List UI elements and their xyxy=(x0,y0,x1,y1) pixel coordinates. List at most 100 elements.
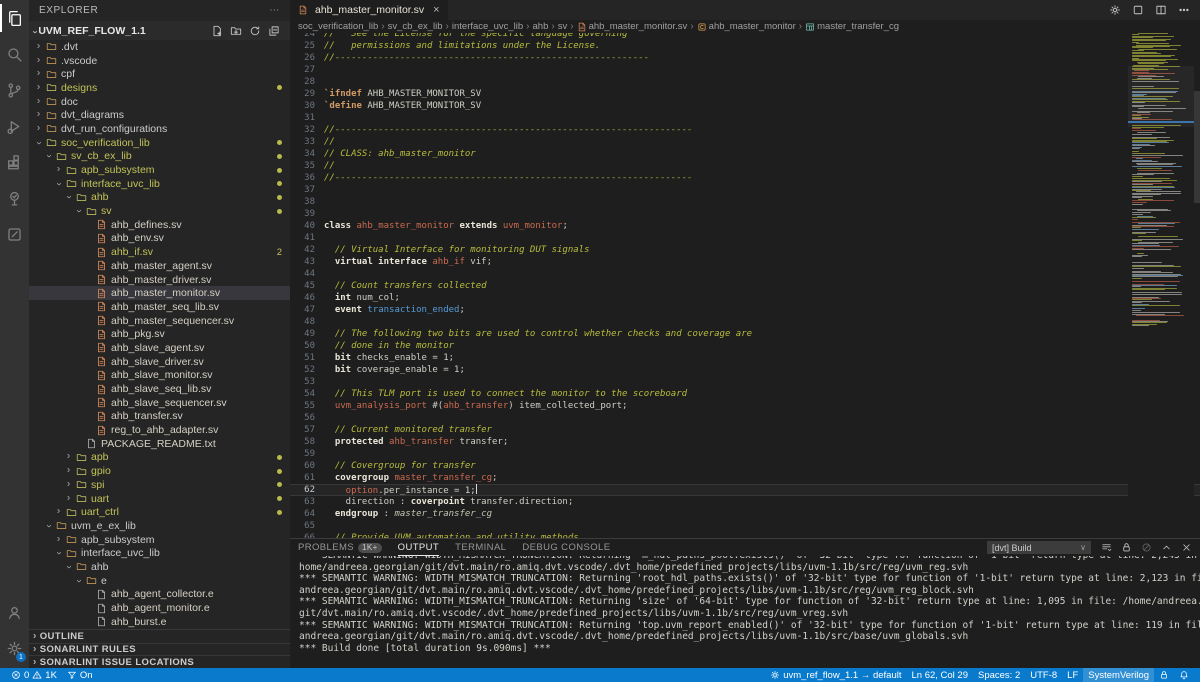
activity-item-extensions[interactable] xyxy=(0,144,29,180)
tree-item-ahb_env.sv[interactable]: ahb_env.sv xyxy=(29,232,290,246)
panel-tab-problems[interactable]: PROBLEMS1K+ xyxy=(298,539,382,556)
activity-item-explorer[interactable] xyxy=(0,0,29,36)
editor-scrollbar[interactable] xyxy=(1194,33,1200,538)
sidebar-more-actions[interactable]: ⋯ xyxy=(269,5,280,16)
tree-item-ahb_master_monitor.sv[interactable]: ahb_master_monitor.sv xyxy=(29,286,290,300)
output-console[interactable]: *** SEMANTIC WARNING: WIDTH_MISMATCH_TRU… xyxy=(290,556,1200,668)
tree-item-dvt_diagrams[interactable]: ›dvt_diagrams xyxy=(29,108,290,122)
gear-icon[interactable] xyxy=(1109,4,1121,16)
code-line-40[interactable]: 40class ahb_master_monitor extends uvm_m… xyxy=(290,220,1200,232)
tree-item-PACKAGE_README.txt[interactable]: PACKAGE_README.txt xyxy=(29,437,290,451)
tree-item-designs[interactable]: ›designs xyxy=(29,81,290,95)
status-encoding[interactable]: UTF-8 xyxy=(1025,668,1062,682)
tree-item-e[interactable]: ›e xyxy=(29,574,290,588)
new-file-icon[interactable] xyxy=(211,25,223,37)
tree-item-ahb_slave_monitor.sv[interactable]: ahb_slave_monitor.sv xyxy=(29,369,290,383)
breadcrumb-item-ahb[interactable]: ahb xyxy=(533,21,549,32)
code-line-25[interactable]: 25// permissions and limitations under t… xyxy=(290,40,1200,52)
code-line-43[interactable]: 43 virtual interface ahb_if vif; xyxy=(290,256,1200,268)
tree-item-spi[interactable]: ›spi xyxy=(29,478,290,492)
tree-item-soc_verification_lib[interactable]: ›soc_verification_lib xyxy=(29,136,290,150)
code-line-50[interactable]: 50 // done in the monitor xyxy=(290,340,1200,352)
breadcrumb-item-master_transfer_cg[interactable]: master_transfer_cg xyxy=(805,21,899,32)
code-line-29[interactable]: 29`ifndef AHB_MASTER_MONITOR_SV xyxy=(290,88,1200,100)
tree-item-ahb_if.sv[interactable]: ahb_if.sv2 xyxy=(29,245,290,259)
code-line-53[interactable]: 53 xyxy=(290,376,1200,388)
code-line-54[interactable]: 54 // This TLM port is used to connect t… xyxy=(290,388,1200,400)
tree-item-ahb_master_driver.sv[interactable]: ahb_master_driver.sv xyxy=(29,273,290,287)
code-line-24[interactable]: 24// See the License for the specific la… xyxy=(290,33,1200,40)
breadcrumb-item-sv[interactable]: sv xyxy=(558,21,568,32)
breadcrumb-item-interface_uvc_lib[interactable]: interface_uvc_lib xyxy=(452,21,523,32)
code-line-31[interactable]: 31 xyxy=(290,112,1200,124)
code-line-57[interactable]: 57 // Current monitored transfer xyxy=(290,424,1200,436)
code-line-39[interactable]: 39 xyxy=(290,208,1200,220)
tree-item-apb[interactable]: ›apb xyxy=(29,451,290,465)
status-cursor-position[interactable]: Ln 62, Col 29 xyxy=(906,668,973,682)
code-line-45[interactable]: 45 // Count transfers collected xyxy=(290,280,1200,292)
status-language-mode[interactable]: SystemVerilog xyxy=(1083,668,1154,682)
breadcrumb-item-ahb_master_monitor.sv[interactable]: ahb_master_monitor.sv xyxy=(577,21,688,32)
panel-tab-debug-console[interactable]: DEBUG CONSOLE xyxy=(522,539,610,556)
split-editor-icon[interactable] xyxy=(1155,4,1167,16)
lock-icon[interactable] xyxy=(1121,542,1132,553)
tree-item-dvt_run_configurations[interactable]: ›dvt_run_configurations xyxy=(29,122,290,136)
tree-item-ahb_master_sequencer.sv[interactable]: ahb_master_sequencer.sv xyxy=(29,314,290,328)
panel-tab-terminal[interactable]: TERMINAL xyxy=(455,539,506,556)
breadcrumb-item-ahb_master_monitor[interactable]: ahb_master_monitor xyxy=(697,21,796,32)
code-line-66[interactable]: 66 // Provide UVM automation and utility… xyxy=(290,532,1200,538)
status-eol[interactable]: LF xyxy=(1062,668,1083,682)
tree-item-.dvt[interactable]: ›.dvt xyxy=(29,40,290,54)
code-line-33[interactable]: 33// xyxy=(290,136,1200,148)
tree-item-doc[interactable]: ›doc xyxy=(29,95,290,109)
activity-item-search[interactable] xyxy=(0,36,29,72)
code-line-56[interactable]: 56 xyxy=(290,412,1200,424)
code-line-61[interactable]: 61 covergroup master_transfer_cg; xyxy=(290,472,1200,484)
tree-item-reg_to_ahb_adapter.sv[interactable]: reg_to_ahb_adapter.sv xyxy=(29,423,290,437)
status-problems-status[interactable]: 01K xyxy=(6,668,62,682)
box-icon[interactable] xyxy=(1132,4,1144,16)
status-indentation[interactable]: Spaces: 2 xyxy=(973,668,1025,682)
tree-item-ahb_slave_agent.sv[interactable]: ahb_slave_agent.sv xyxy=(29,341,290,355)
tree-item-uart_ctrl[interactable]: ›uart_ctrl xyxy=(29,505,290,519)
code-line-27[interactable]: 27 xyxy=(290,64,1200,76)
code-line-62[interactable]: 62 option.per_instance = 1; xyxy=(290,484,1200,496)
refresh-icon[interactable] xyxy=(249,25,261,37)
code-line-30[interactable]: 30`define AHB_MASTER_MONITOR_SV xyxy=(290,100,1200,112)
code-line-49[interactable]: 49 // The following two bits are used to… xyxy=(290,328,1200,340)
tree-item-cpf[interactable]: ›cpf xyxy=(29,67,290,81)
status-dvt-build-config[interactable]: uvm_ref_flow_1.1 → default xyxy=(765,668,906,682)
tree-item-ahb_master_seq_lib.sv[interactable]: ahb_master_seq_lib.sv xyxy=(29,300,290,314)
close-panel-icon[interactable] xyxy=(1181,542,1192,553)
code-line-36[interactable]: 36//------------------------------------… xyxy=(290,172,1200,184)
code-line-51[interactable]: 51 bit checks_enable = 1; xyxy=(290,352,1200,364)
code-line-35[interactable]: 35// xyxy=(290,160,1200,172)
tree-item-uvm_e_ex_lib[interactable]: ›uvm_e_ex_lib xyxy=(29,519,290,533)
activity-item-sonarlint[interactable] xyxy=(0,180,29,216)
clear-output-icon[interactable] xyxy=(1141,542,1152,553)
tree-item-sv[interactable]: ›sv xyxy=(29,204,290,218)
code-line-44[interactable]: 44 xyxy=(290,268,1200,280)
activity-item-accounts[interactable] xyxy=(0,594,29,630)
code-line-59[interactable]: 59 xyxy=(290,448,1200,460)
activity-item-run-debug[interactable] xyxy=(0,108,29,144)
tree-item-ahb_master_agent.sv[interactable]: ahb_master_agent.sv xyxy=(29,259,290,273)
new-folder-icon[interactable] xyxy=(230,25,242,37)
tree-item-ahb_transfer.sv[interactable]: ahb_transfer.sv xyxy=(29,410,290,424)
tree-item-ahb_pkg.sv[interactable]: ahb_pkg.sv xyxy=(29,327,290,341)
code-line-63[interactable]: 63 direction : coverpoint transfer.direc… xyxy=(290,496,1200,508)
tree-item-uart[interactable]: ›uart xyxy=(29,492,290,506)
tree-item-ahb_slave_driver.sv[interactable]: ahb_slave_driver.sv xyxy=(29,355,290,369)
sidebar-section-sonarlint-rules[interactable]: ›SONARLINT RULES xyxy=(29,643,290,656)
activity-item-dvt-edit[interactable] xyxy=(0,216,29,252)
minimap-viewport[interactable] xyxy=(1128,66,1194,127)
tree-item-interface_uvc_lib[interactable]: ›interface_uvc_lib xyxy=(29,177,290,191)
sidebar-section-sonarlint-issue-locations[interactable]: ›SONARLINT ISSUE LOCATIONS xyxy=(29,655,290,668)
code-line-52[interactable]: 52 bit coverage_enable = 1; xyxy=(290,364,1200,376)
tree-item-apb_subsystem[interactable]: ›apb_subsystem xyxy=(29,533,290,547)
code-line-42[interactable]: 42 // Virtual Interface for monitoring D… xyxy=(290,244,1200,256)
tree-item-ahb_agent_monitor.e[interactable]: ahb_agent_monitor.e xyxy=(29,601,290,615)
tree-item-.vscode[interactable]: ›.vscode xyxy=(29,54,290,68)
tree-item-ahb_burst.e[interactable]: ahb_burst.e xyxy=(29,615,290,629)
minimap[interactable] xyxy=(1128,33,1194,538)
